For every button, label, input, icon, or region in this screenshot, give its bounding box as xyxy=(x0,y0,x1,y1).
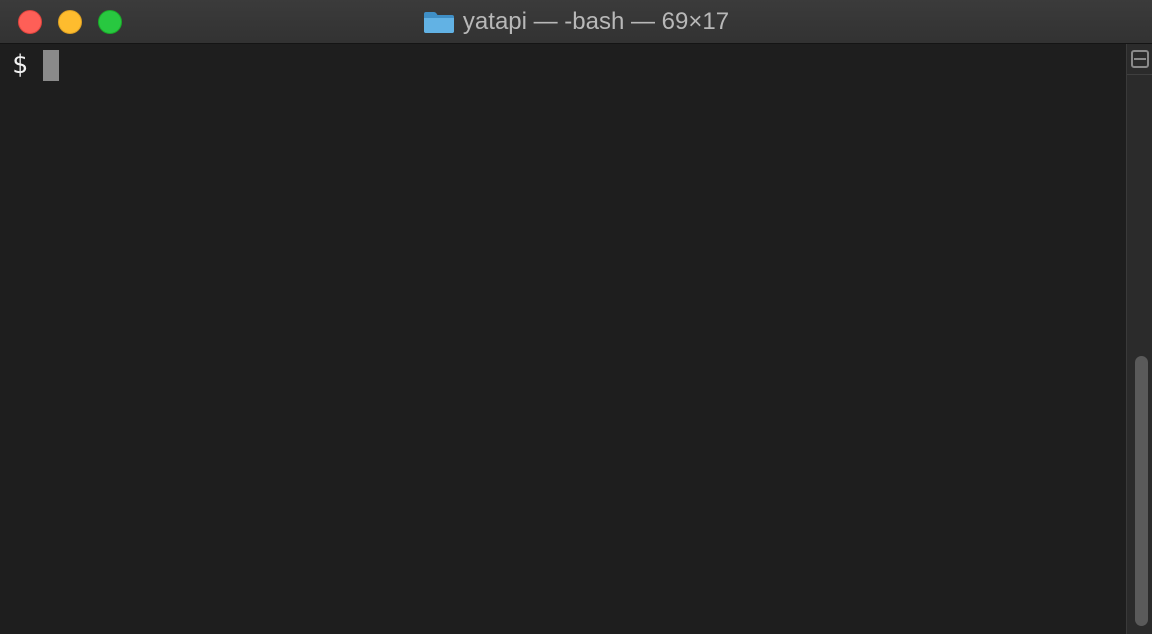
window-title: yatapi — -bash — 69×17 xyxy=(0,0,1152,44)
shell-prompt: $ xyxy=(12,50,28,80)
prompt-line: $ xyxy=(12,49,59,81)
scrollbar-divider xyxy=(1127,74,1152,75)
terminal-content[interactable]: $ xyxy=(0,44,1126,634)
split-pane-icon[interactable] xyxy=(1131,50,1149,68)
terminal-window: yatapi — -bash — 69×17 $ xyxy=(0,0,1152,634)
block-cursor-icon xyxy=(42,49,59,81)
window-title-text: yatapi — -bash — 69×17 xyxy=(462,8,730,35)
folder-icon xyxy=(423,12,454,33)
scrollbar-thumb[interactable] xyxy=(1135,356,1148,626)
vertical-scrollbar[interactable] xyxy=(1126,44,1152,634)
title-bar[interactable]: yatapi — -bash — 69×17 xyxy=(0,0,1152,44)
